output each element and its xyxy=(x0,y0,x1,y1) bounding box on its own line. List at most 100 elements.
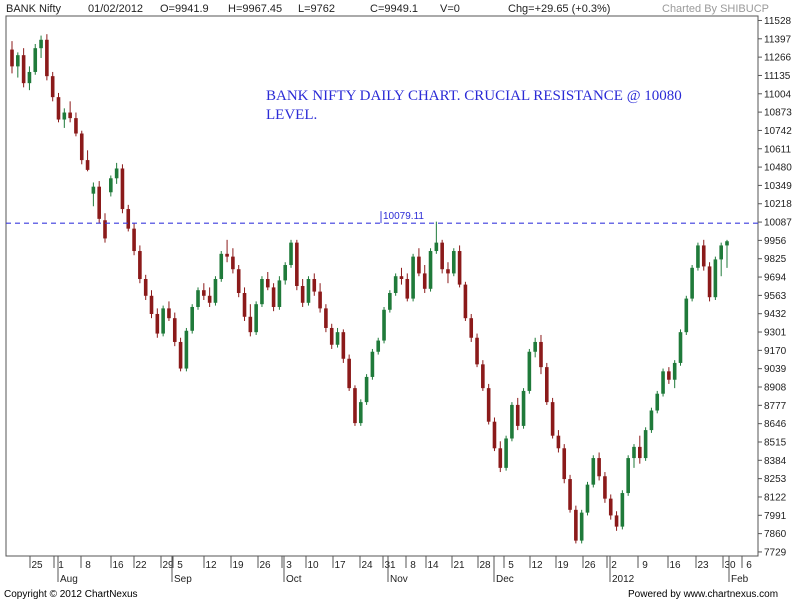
annotation-line-2: LEVEL. xyxy=(266,107,317,123)
candle-body xyxy=(341,332,346,359)
candle xyxy=(236,265,241,298)
candle-body xyxy=(236,269,241,293)
y-tick-label: 9563 xyxy=(764,291,787,302)
candle-body xyxy=(481,364,485,389)
candle-body xyxy=(213,279,218,303)
candle xyxy=(579,509,584,544)
candle xyxy=(707,262,712,302)
candle-body xyxy=(231,256,235,270)
y-tick-label: 8908 xyxy=(764,383,787,394)
candle xyxy=(504,435,508,471)
candle-body xyxy=(120,168,125,210)
candle-body xyxy=(132,228,136,252)
month-label: Sep xyxy=(174,574,192,585)
candle xyxy=(370,348,375,380)
candle xyxy=(678,329,683,366)
candle-body xyxy=(498,448,503,468)
candle-body xyxy=(678,332,683,363)
candle-body xyxy=(260,279,264,305)
candle xyxy=(521,388,526,429)
y-tick-label: 11266 xyxy=(764,53,792,64)
candle-body xyxy=(690,267,694,299)
candle-body xyxy=(114,168,119,179)
candle-body xyxy=(451,251,456,274)
candle-body xyxy=(74,118,78,134)
powered-by-label: Powered by www.chartnexus.com xyxy=(628,589,778,600)
x-tick-label: 17 xyxy=(334,560,346,571)
candle-body xyxy=(440,242,444,270)
y-tick-label: 7860 xyxy=(764,529,787,540)
candle xyxy=(463,281,468,321)
candle-body xyxy=(225,253,229,257)
candle xyxy=(324,304,328,333)
candle xyxy=(620,490,625,530)
candle xyxy=(574,505,578,544)
candle-body xyxy=(707,266,712,298)
candle xyxy=(358,399,363,426)
candle xyxy=(713,256,718,300)
candle-body xyxy=(143,279,148,296)
candle xyxy=(138,245,142,284)
y-tick-label: 8122 xyxy=(764,492,787,503)
candle-body xyxy=(91,186,96,194)
x-tick-label: 28 xyxy=(479,560,491,571)
candle-body xyxy=(434,242,439,252)
x-tick-label: 23 xyxy=(697,560,709,571)
candle-body xyxy=(312,279,317,292)
candle-body xyxy=(265,279,270,288)
candle-body xyxy=(329,327,334,345)
candle-body xyxy=(574,509,578,541)
x-tick-label: 12 xyxy=(205,560,217,571)
candle xyxy=(219,251,224,282)
candle-body xyxy=(422,273,427,289)
date-label: 01/02/2012 xyxy=(88,3,143,15)
candle-body xyxy=(638,446,642,459)
charted-by-label: Charted By SHIBUCP xyxy=(662,3,769,15)
candle xyxy=(649,407,654,433)
candle-body xyxy=(684,298,689,333)
candle xyxy=(196,287,200,310)
x-tick-label: 16 xyxy=(669,560,681,571)
candle-body xyxy=(672,362,677,380)
x-tick-label: 10 xyxy=(307,560,319,571)
candle-body xyxy=(172,318,177,342)
y-axis: 11528 11397 11266 11135 11004 10873 10742 10611… xyxy=(758,16,792,558)
candle-body xyxy=(358,402,363,424)
resistance-label: 10079.11 xyxy=(383,211,424,222)
candle-body xyxy=(10,49,14,67)
x-tick-label: 8 xyxy=(410,560,416,571)
candle-body xyxy=(27,71,32,84)
y-tick-label: 8777 xyxy=(764,401,787,412)
candle-body xyxy=(45,39,49,77)
x-tick-label: 9 xyxy=(642,560,648,571)
y-tick-label: 9432 xyxy=(764,309,787,320)
candle-body xyxy=(492,421,497,449)
candle-body xyxy=(661,371,665,394)
volume-label: V=0 xyxy=(440,3,460,15)
candle-body xyxy=(486,388,491,422)
candle xyxy=(341,329,346,363)
candle xyxy=(178,337,183,372)
candle xyxy=(510,402,514,442)
candle xyxy=(492,417,497,452)
candle xyxy=(295,239,299,291)
x-tick-label: 12 xyxy=(531,560,543,571)
annotation-line-1: BANK NIFTY DAILY CHART. CRUCIAL RESISTAN… xyxy=(266,88,682,104)
x-tick-label: 30 xyxy=(724,560,736,571)
candle-body xyxy=(254,304,258,333)
x-tick-label: 24 xyxy=(361,560,373,571)
candle-body xyxy=(475,337,479,365)
candle-body xyxy=(405,279,410,299)
candle-body xyxy=(614,515,619,527)
y-tick-label: 10087 xyxy=(764,218,792,229)
candle-body xyxy=(562,448,567,480)
candle-body xyxy=(271,287,276,307)
y-tick-label: 8515 xyxy=(764,437,787,448)
candle-body xyxy=(178,341,183,369)
candle-body xyxy=(620,493,625,527)
x-tick-label: 8 xyxy=(85,560,91,571)
x-tick-label: 25 xyxy=(31,560,43,571)
candle xyxy=(271,283,276,312)
candle-body xyxy=(533,341,537,352)
candle xyxy=(184,327,189,372)
